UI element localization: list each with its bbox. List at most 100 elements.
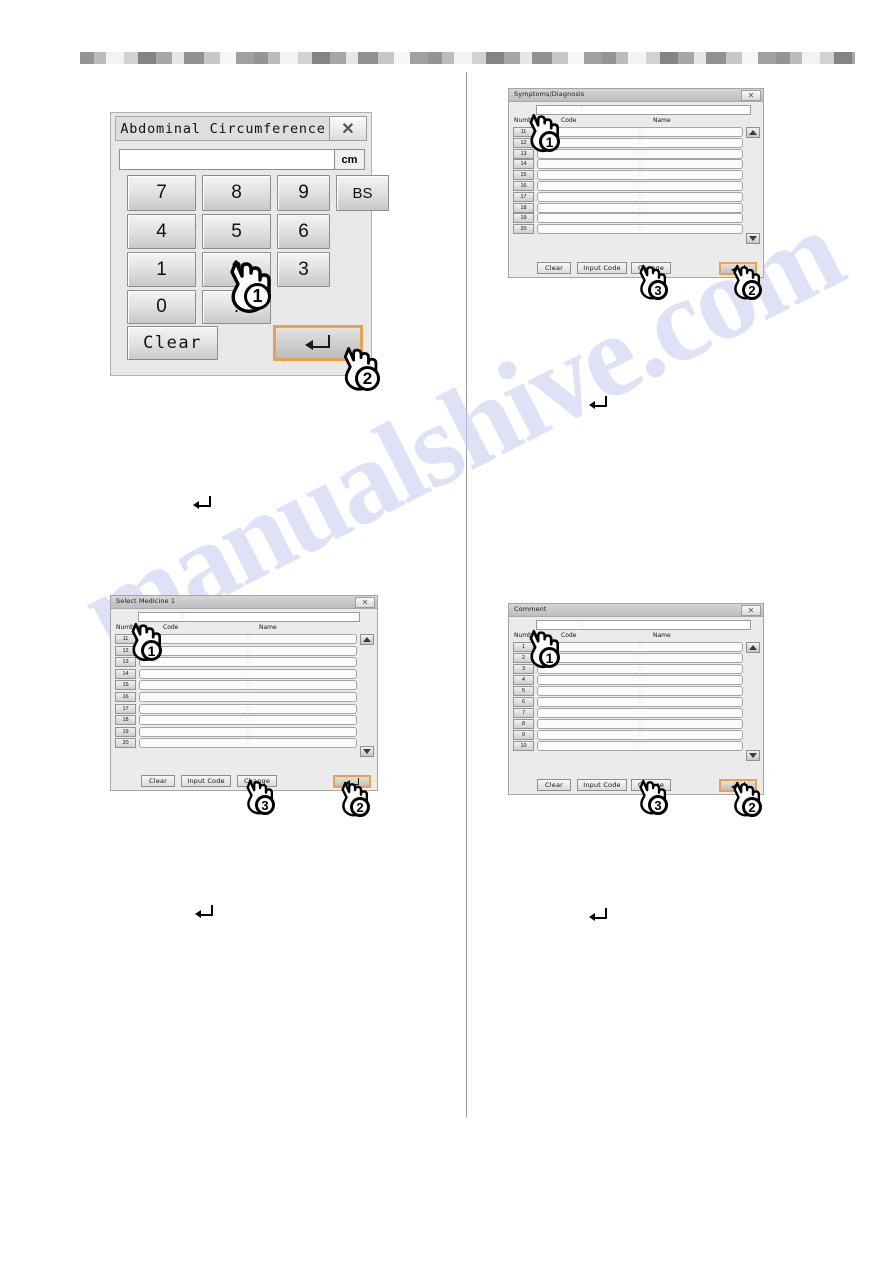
row-number-8[interactable]: 8 — [513, 719, 534, 729]
row-number-20[interactable]: 20 — [513, 224, 534, 235]
key-1[interactable]: 1 — [127, 252, 196, 287]
search-input[interactable]: : — [138, 612, 360, 622]
row-number-19[interactable]: 19 — [513, 213, 534, 224]
row-value-field[interactable]: : — [537, 148, 743, 159]
search-input[interactable]: : — [536, 105, 751, 115]
row-number-4[interactable]: 4 — [513, 675, 534, 685]
row-value-field[interactable]: : — [537, 719, 743, 729]
clear-button[interactable]: Clear — [141, 775, 175, 787]
row-value-field[interactable]: : — [537, 159, 743, 170]
row-number-13[interactable]: 13 — [115, 657, 136, 668]
row-value-field[interactable]: : — [139, 680, 357, 691]
key-decimal-point[interactable]: . — [202, 290, 271, 324]
row-number-3[interactable]: 3 — [513, 664, 534, 674]
row-number-17[interactable]: 17 — [513, 191, 534, 202]
row-value-field[interactable]: : — [537, 137, 743, 148]
key-8[interactable]: 8 — [202, 175, 271, 211]
row-value-field[interactable]: : — [537, 127, 743, 137]
row-value-field[interactable]: : — [537, 653, 743, 663]
row-value-field[interactable]: : — [139, 726, 357, 737]
row-value-field[interactable]: : — [537, 213, 743, 224]
enter-button[interactable] — [333, 775, 371, 788]
scroll-down-button[interactable] — [746, 233, 760, 244]
key-0[interactable]: 0 — [127, 290, 196, 324]
change-button[interactable]: Change — [237, 775, 277, 787]
row-number-18[interactable]: 18 — [115, 715, 136, 726]
row-number-20[interactable]: 20 — [115, 738, 136, 749]
row-number-12[interactable]: 12 — [115, 645, 136, 656]
row-number-11[interactable]: 11 — [115, 634, 136, 644]
key-3[interactable]: 3 — [277, 252, 330, 287]
row-value-field[interactable]: : — [537, 202, 743, 213]
close-icon[interactable]: ✕ — [741, 90, 761, 101]
enter-button[interactable] — [719, 779, 757, 792]
row-number-18[interactable]: 18 — [513, 202, 534, 213]
close-icon[interactable]: ✕ — [741, 605, 761, 616]
row-number-6[interactable]: 6 — [513, 697, 534, 707]
enter-button[interactable] — [719, 262, 757, 275]
close-icon[interactable]: ✕ — [329, 116, 367, 141]
scroll-down-button[interactable] — [746, 750, 760, 761]
row-value-field[interactable]: : — [139, 703, 357, 714]
scroll-up-button[interactable] — [746, 127, 760, 138]
input-code-button[interactable]: Input Code — [181, 775, 231, 787]
value-input[interactable] — [120, 150, 334, 169]
row-value-field[interactable]: : — [139, 634, 357, 644]
clear-button[interactable]: Clear — [537, 779, 571, 791]
key-backspace[interactable]: BS — [336, 175, 389, 211]
row-number-7[interactable]: 7 — [513, 708, 534, 718]
row-number-1[interactable]: 1 — [513, 642, 534, 652]
clear-button[interactable]: Clear — [127, 326, 218, 360]
row-value-field[interactable]: : — [139, 657, 357, 668]
key-9[interactable]: 9 — [277, 175, 330, 211]
search-input[interactable]: : — [536, 620, 751, 630]
scroll-up-button[interactable] — [746, 642, 760, 653]
row-number-11[interactable]: 11 — [513, 127, 534, 137]
change-button[interactable]: Change — [631, 779, 671, 791]
row-value-field[interactable]: : — [537, 697, 743, 707]
enter-button[interactable] — [273, 325, 363, 361]
row-number-5[interactable]: 5 — [513, 686, 534, 696]
clear-button[interactable]: Clear — [537, 262, 571, 274]
row-value-field[interactable]: : — [537, 708, 743, 718]
row-number-14[interactable]: 14 — [115, 668, 136, 679]
row-number-2[interactable]: 2 — [513, 653, 534, 663]
row-number-16[interactable]: 16 — [513, 181, 534, 191]
row-value-field[interactable]: : — [139, 668, 357, 679]
row-number-17[interactable]: 17 — [115, 703, 136, 714]
row-number-13[interactable]: 13 — [513, 148, 534, 159]
input-code-button[interactable]: Input Code — [577, 779, 627, 791]
row-number-14[interactable]: 14 — [513, 159, 534, 170]
row-value-field[interactable]: : — [537, 686, 743, 696]
row-value-field[interactable]: : — [139, 692, 357, 702]
key-4[interactable]: 4 — [127, 214, 196, 249]
row-number-15[interactable]: 15 — [513, 170, 534, 181]
key-2[interactable]: 2 — [202, 252, 271, 287]
scroll-down-button[interactable] — [360, 746, 374, 757]
key-6[interactable]: 6 — [277, 214, 330, 249]
row-value-field[interactable]: : — [537, 224, 743, 235]
row-value-field[interactable]: : — [537, 675, 743, 685]
key-5[interactable]: 5 — [202, 214, 271, 249]
row-value-field[interactable]: : — [537, 730, 743, 740]
row-value-field[interactable]: : — [139, 645, 357, 656]
row-number-12[interactable]: 12 — [513, 137, 534, 148]
input-code-button[interactable]: Input Code — [577, 262, 627, 274]
row-value-field[interactable]: : — [537, 191, 743, 202]
scroll-up-button[interactable] — [360, 634, 374, 645]
row-value-field[interactable]: : — [139, 738, 357, 749]
close-icon[interactable]: ✕ — [355, 597, 375, 608]
row-value-field[interactable]: : — [537, 741, 743, 751]
key-7[interactable]: 7 — [127, 175, 196, 211]
row-number-10[interactable]: 10 — [513, 741, 534, 751]
row-value-field[interactable]: : — [537, 170, 743, 181]
row-number-16[interactable]: 16 — [115, 692, 136, 702]
row-value-field[interactable]: : — [537, 642, 743, 652]
row-value-field[interactable]: : — [537, 181, 743, 191]
change-button[interactable]: Change — [631, 262, 671, 274]
row-number-19[interactable]: 19 — [115, 726, 136, 737]
row-value-field[interactable]: : — [537, 664, 743, 674]
row-number-15[interactable]: 15 — [115, 680, 136, 691]
row-number-9[interactable]: 9 — [513, 730, 534, 740]
row-value-field[interactable]: : — [139, 715, 357, 726]
